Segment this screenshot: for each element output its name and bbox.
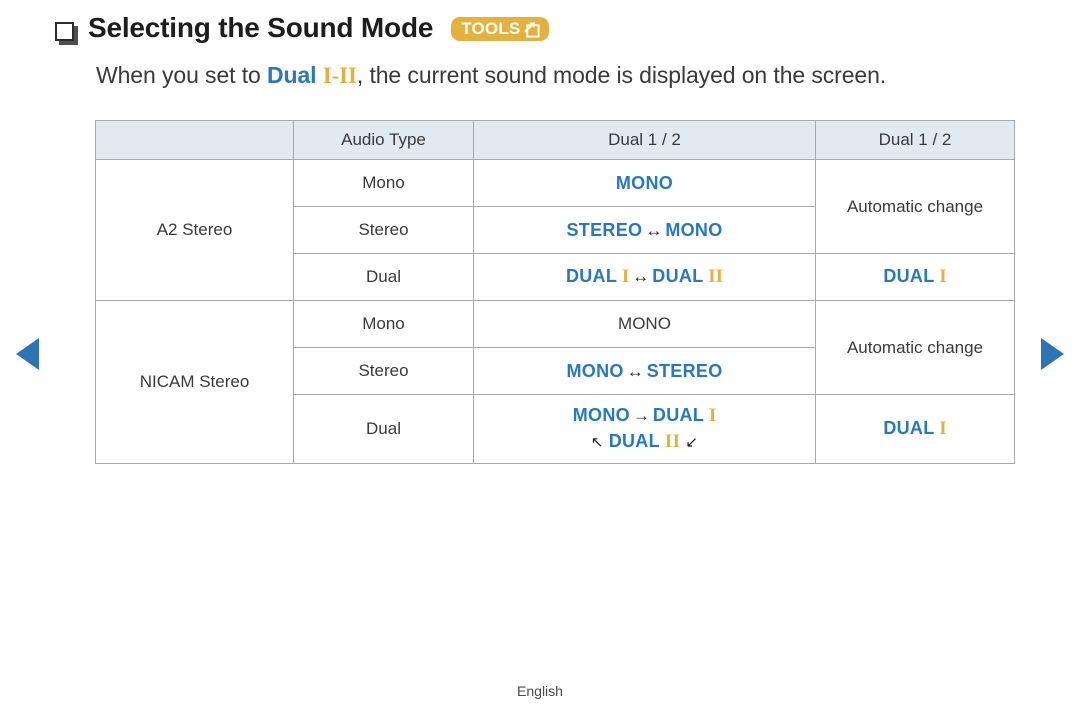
column-header-audio-type: Audio Type [293,120,474,160]
mode-value-right: DUAL [652,405,705,426]
intro-text-part1: When you set to [96,62,267,88]
mode-value-right: MONO [665,219,723,240]
dual-a-cell: MONO → DUAL I ↖ DUAL II ↙ [473,394,816,464]
cycle-line-1: MONO → DUAL I [572,405,717,427]
dual-b-cell: DUAL I [815,253,1015,301]
mode-value-left: DUAL [565,266,618,286]
table-row: A2 Stereo Mono MONO Automatic change [95,159,1015,301]
intro-numeral-one: I [322,63,332,88]
table-header-row: Audio Type Dual 1 / 2 Dual 1 / 2 [95,120,1015,160]
bidirectional-arrow-icon: ↔ [626,361,644,381]
audio-type-cell: Stereo [293,206,474,254]
sound-mode-table: Audio Type Dual 1 / 2 Dual 1 / 2 A2 Ster… [95,120,1015,464]
page-header: Selecting the Sound Mode TOOLS [55,12,550,44]
audio-type-cell: Stereo [293,347,474,395]
arrow-down-left-icon: ↙ [685,434,699,451]
mode-value: Automatic change [846,337,984,357]
mode-value-left: STEREO [566,219,643,240]
footer-language-label: English [517,683,563,699]
audio-type-cell: Mono [293,159,474,207]
mode-value: MONO [618,314,671,333]
square-bullet-icon [55,21,74,41]
audio-type-cell: Mono [293,300,474,348]
table-row: NICAM Stereo Mono MONO Automatic change [95,300,1015,464]
intro-keyword-dual: Dual [267,62,317,88]
intro-text-part2: , the current sound mode is displayed on… [356,62,887,88]
dual-a-cell: MONO [473,159,816,207]
mode-value-right: DUAL [652,266,704,286]
group-label-nicam-stereo: NICAM Stereo [95,300,294,464]
dual-b-cell: Automatic change [815,159,1015,254]
dual-b-cell: DUAL I [815,394,1015,464]
tools-arrow-icon [523,21,540,38]
mode-numeral: I [708,405,717,427]
cycle-line-2: ↖ DUAL II ↙ [474,429,815,455]
dual-a-cell: DUAL I ↔ DUAL II [473,253,816,301]
tools-badge[interactable]: TOOLS [451,17,550,41]
group-label-a2-stereo: A2 Stereo [95,159,294,301]
mode-value-left: MONO [572,405,630,426]
mode-numeral: I [939,266,947,287]
mode-numeral: II [664,431,681,452]
mode-value: DUAL [883,418,935,438]
mode-value: MONO [615,172,674,193]
mode-value: DUAL [883,266,935,286]
column-header-dual-a: Dual 1 / 2 [473,120,816,160]
page-title: Selecting the Sound Mode [88,12,434,43]
dual-b-cell: Automatic change [815,300,1015,395]
dual-a-cell: MONO [473,300,816,348]
column-header-group [95,120,294,160]
mode-value: Automatic change [846,196,984,216]
mode-value: DUAL [608,431,660,451]
intro-numeral-two: II [339,63,357,88]
mode-value-right: STEREO [646,360,723,381]
audio-type-cell: Dual [293,253,474,301]
arrow-up-left-icon: ↖ [590,434,604,451]
mode-numeral: I [939,418,947,439]
dual-a-cell: STEREO ↔ MONO [473,206,816,254]
bidirectional-arrow-icon: ↔ [632,267,650,286]
dual-a-cell: MONO ↔ STEREO [473,347,816,395]
bidirectional-arrow-icon: ↔ [645,220,663,240]
intro-sentence: When you set to Dual I-II, the current s… [96,62,886,89]
tools-badge-label: TOOLS [461,19,521,38]
mode-value-left: MONO [566,360,624,381]
mode-numeral-right: II [708,266,724,287]
audio-type-cell: Dual [293,394,474,464]
column-header-dual-b: Dual 1 / 2 [815,120,1015,160]
triangle-right-icon[interactable] [1041,338,1064,370]
right-arrow-icon: → [632,406,650,426]
triangle-left-icon[interactable] [16,338,39,370]
